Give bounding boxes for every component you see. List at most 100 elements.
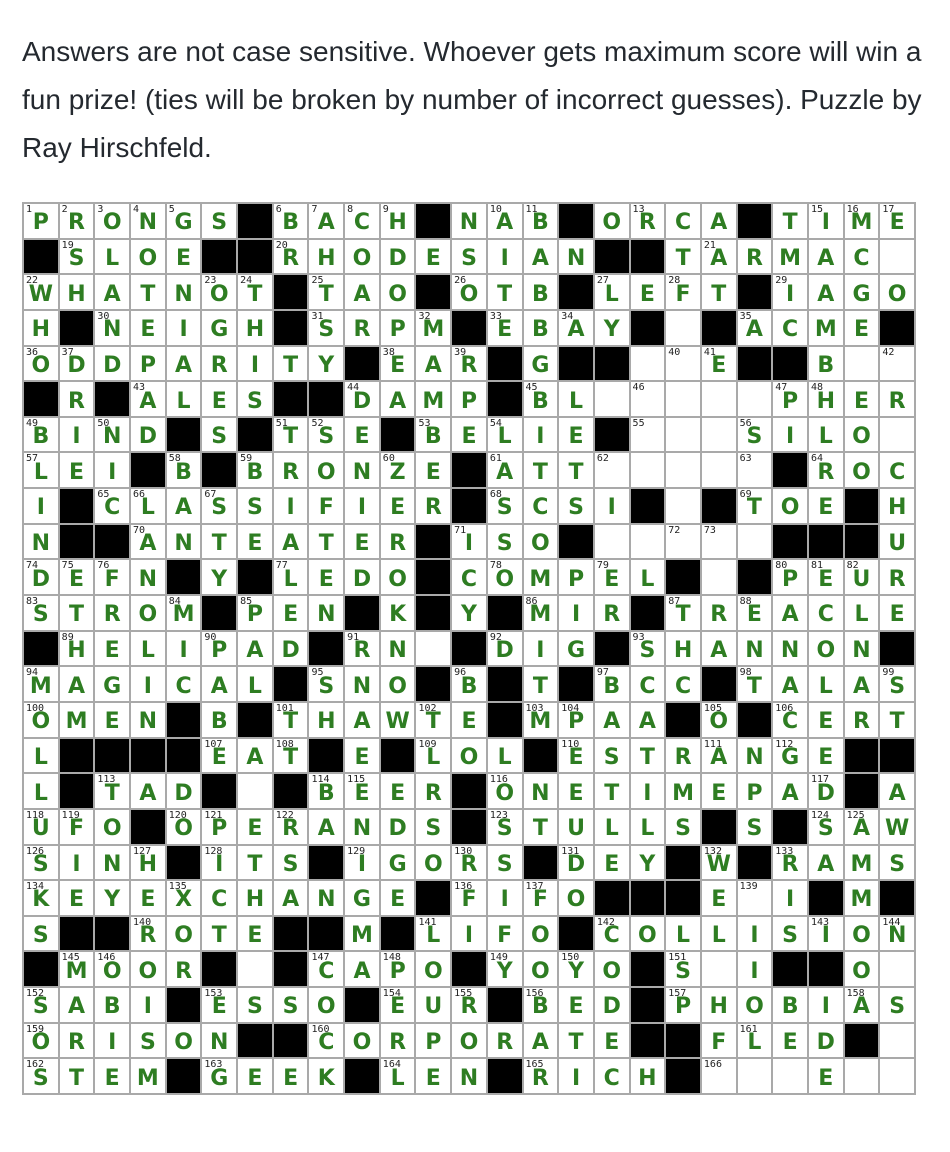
grid-cell[interactable]: E	[309, 560, 344, 595]
grid-cell[interactable]: O	[594, 952, 629, 987]
grid-cell[interactable]: 64 R	[808, 453, 843, 488]
grid-cell[interactable]: T	[59, 1059, 94, 1093]
grid-cell[interactable]: 106 C	[773, 702, 807, 737]
grid-cell[interactable]: C	[166, 667, 201, 701]
grid-cell[interactable]: S	[487, 524, 522, 559]
grid-cell[interactable]: L	[24, 774, 58, 808]
grid-cell[interactable]: E	[594, 845, 629, 880]
grid-cell[interactable]: N	[523, 774, 558, 808]
grid-cell[interactable]: T	[559, 453, 593, 488]
grid-cell[interactable]: 166	[701, 1059, 736, 1093]
grid-cell[interactable]: S	[737, 809, 772, 844]
grid-cell[interactable]: C	[666, 667, 700, 701]
grid-cell[interactable]: I	[273, 489, 308, 523]
grid-cell[interactable]: R	[487, 1023, 522, 1058]
grid-cell[interactable]: 129 I	[345, 845, 379, 880]
grid-cell[interactable]: D	[345, 560, 379, 595]
grid-cell[interactable]: O	[309, 453, 344, 488]
grid-cell[interactable]: 159 O	[24, 1023, 58, 1058]
grid-cell[interactable]: 87 T	[666, 596, 700, 630]
grid-cell[interactable]	[666, 453, 700, 488]
grid-cell[interactable]: K	[380, 596, 415, 630]
grid-cell[interactable]: O	[166, 1023, 201, 1058]
grid-cell[interactable]: E	[95, 1059, 130, 1093]
grid-cell[interactable]: T	[202, 524, 237, 559]
crossword-grid[interactable]: 1 P 2 R 3 O 4 N 5 G S 6 B 7 A 8 C 9 H N 10 A 11 B O 13 R C A T 15 I 16 M 1…	[22, 202, 916, 1095]
grid-cell[interactable]: O	[844, 916, 879, 951]
grid-cell[interactable]: L	[95, 239, 130, 274]
grid-cell[interactable]: C	[630, 667, 665, 701]
grid-cell[interactable]: A	[594, 702, 629, 737]
grid-cell[interactable]: 59 B	[238, 453, 272, 488]
grid-cell[interactable]: E	[202, 382, 237, 416]
grid-cell[interactable]: 7A	[309, 204, 344, 238]
grid-cell[interactable]: D	[380, 239, 415, 274]
grid-cell[interactable]: 163 G	[202, 1059, 237, 1093]
grid-cell[interactable]: A	[773, 774, 807, 808]
grid-cell[interactable]: 8C	[345, 204, 379, 238]
grid-cell[interactable]: A	[166, 489, 201, 523]
grid-cell[interactable]: 25 T	[309, 275, 344, 309]
grid-cell[interactable]: 19 S	[59, 239, 94, 274]
grid-cell[interactable]	[666, 489, 700, 523]
grid-cell[interactable]: 110 E	[559, 738, 593, 773]
grid-cell[interactable]: A	[416, 346, 451, 381]
grid-cell[interactable]: N	[95, 845, 130, 880]
grid-cell[interactable]: Y	[95, 881, 130, 915]
grid-cell[interactable]: E	[844, 310, 879, 345]
grid-cell[interactable]: I	[95, 1023, 130, 1058]
grid-cell[interactable]: L	[808, 417, 843, 452]
grid-cell[interactable]: 91 R	[345, 631, 379, 666]
grid-cell[interactable]: A	[309, 809, 344, 844]
grid-cell[interactable]: S	[273, 845, 308, 880]
grid-cell[interactable]: 65 C	[95, 489, 130, 523]
grid-cell[interactable]: O	[452, 738, 486, 773]
grid-cell[interactable]: O	[416, 845, 451, 880]
grid-cell[interactable]: 130 R	[452, 845, 486, 880]
grid-cell[interactable]: I	[737, 952, 772, 987]
grid-cell[interactable]: L	[594, 809, 629, 844]
grid-cell[interactable]: E	[559, 774, 593, 808]
grid-cell[interactable]: T	[487, 275, 522, 309]
grid-cell[interactable]: O	[95, 809, 130, 844]
grid-cell[interactable]: O	[844, 453, 879, 488]
grid-cell[interactable]: R	[880, 560, 914, 595]
grid-cell[interactable]: 75 E	[59, 560, 94, 595]
grid-cell[interactable]: N	[309, 881, 344, 915]
grid-cell[interactable]: B	[773, 988, 807, 1022]
grid-cell[interactable]: 44 D	[345, 382, 379, 416]
grid-cell[interactable]: U	[416, 988, 451, 1022]
grid-cell[interactable]: T	[523, 667, 558, 701]
grid-cell[interactable]: I	[630, 774, 665, 808]
grid-cell[interactable]: E	[701, 774, 736, 808]
grid-cell[interactable]: 107 E	[202, 738, 237, 773]
grid-cell[interactable]: G	[523, 346, 558, 381]
grid-cell[interactable]: 72	[666, 524, 700, 559]
grid-cell[interactable]: 38 E	[380, 346, 415, 381]
grid-cell[interactable]: 41 E	[701, 346, 736, 381]
grid-cell[interactable]: M	[523, 560, 558, 595]
grid-cell[interactable]: E	[131, 310, 165, 345]
grid-cell[interactable]: L	[844, 596, 879, 630]
grid-cell[interactable]: A	[238, 631, 272, 666]
grid-cell[interactable]: 74 D	[24, 560, 58, 595]
grid-cell[interactable]: 2R	[59, 204, 94, 238]
grid-cell[interactable]: E	[416, 1059, 451, 1093]
grid-cell[interactable]: R	[95, 596, 130, 630]
grid-cell[interactable]: 149 Y	[487, 952, 522, 987]
grid-cell[interactable]: O	[523, 916, 558, 951]
grid-cell[interactable]: M	[844, 881, 879, 915]
grid-cell[interactable]: 77 L	[273, 560, 308, 595]
grid-cell[interactable]: 13 R	[630, 204, 665, 238]
grid-cell[interactable]: H	[238, 310, 272, 345]
grid-cell[interactable]: 48 H	[808, 382, 843, 416]
grid-cell[interactable]: E	[95, 631, 130, 666]
grid-cell[interactable]: R	[380, 1023, 415, 1058]
grid-cell[interactable]: 132 W	[701, 845, 736, 880]
grid-cell[interactable]: E	[238, 916, 272, 951]
grid-cell[interactable]: I	[452, 916, 486, 951]
grid-cell[interactable]	[701, 417, 736, 452]
grid-cell[interactable]: E	[808, 1059, 843, 1093]
grid-cell[interactable]: 51 T	[273, 417, 308, 452]
grid-cell[interactable]: R	[345, 310, 379, 345]
